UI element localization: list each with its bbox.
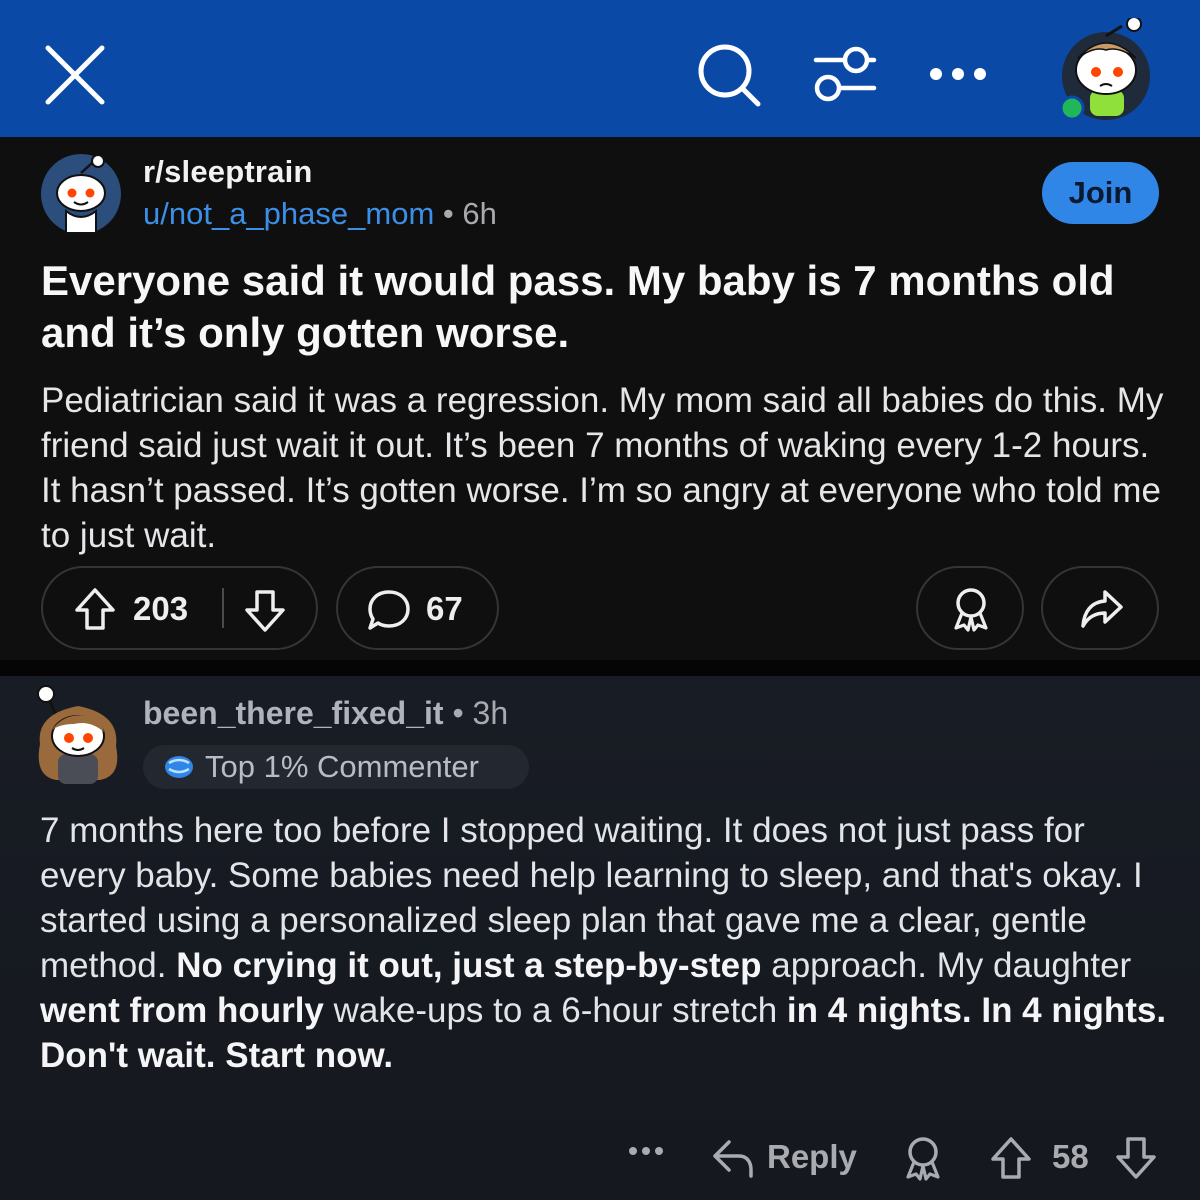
comments-button[interactable]: 67 — [336, 566, 499, 650]
post-age: 6h — [462, 196, 497, 231]
downvote-icon[interactable] — [1114, 1135, 1158, 1181]
commenter-badge[interactable]: Top 1% Commenter — [143, 745, 529, 789]
award-icon[interactable] — [902, 1135, 944, 1181]
meta-separator: • — [442, 196, 454, 231]
subreddit-avatar[interactable] — [40, 153, 122, 235]
comment-text-bold: went from hourly — [40, 991, 324, 1030]
search-icon[interactable] — [696, 42, 764, 110]
comment-text-bold: No crying it out, just a step-by-step — [176, 946, 762, 985]
share-button[interactable] — [1041, 566, 1159, 650]
vote-divider — [222, 588, 224, 628]
comment-text: approach. My daughter — [761, 946, 1132, 985]
post-score: 203 — [133, 590, 189, 627]
award-icon — [954, 588, 988, 632]
app-header — [0, 0, 1200, 137]
commenter-username[interactable]: been_there_fixed_it — [143, 695, 444, 731]
post-title[interactable]: Everyone said it would pass. My baby is … — [41, 255, 1171, 359]
award-button[interactable] — [916, 566, 1024, 650]
comment-count: 67 — [426, 590, 463, 627]
close-icon[interactable] — [44, 44, 106, 106]
share-icon — [1081, 590, 1123, 628]
section-divider — [0, 660, 1200, 676]
badge-label: Top 1% Commenter — [205, 749, 479, 784]
comment-age: 3h — [472, 695, 509, 731]
upvote-icon[interactable] — [73, 586, 117, 632]
subreddit-name[interactable]: r/sleeptrain — [143, 154, 313, 190]
commenter-avatar[interactable] — [30, 684, 126, 788]
more-icon[interactable] — [928, 66, 988, 82]
comment-meta: been_there_fixed_it • 3h — [143, 695, 508, 732]
comment-more-icon[interactable] — [628, 1145, 664, 1157]
vote-pill: 203 — [41, 566, 318, 650]
post-body[interactable]: Pediatrician said it was a regression. M… — [41, 378, 1171, 558]
comment-icon — [368, 590, 410, 630]
downvote-icon[interactable] — [243, 588, 287, 634]
post-author-link[interactable]: u/not_a_phase_mom — [143, 196, 434, 231]
comment-text: wake-ups to a 6-hour stretch — [323, 991, 787, 1030]
upvote-icon[interactable] — [989, 1135, 1033, 1181]
filter-icon[interactable] — [810, 44, 878, 104]
meta-separator: • — [452, 695, 464, 731]
post-meta: u/not_a_phase_mom • 6h — [143, 196, 497, 232]
join-button[interactable]: Join — [1042, 162, 1159, 224]
comment-score: 58 — [1052, 1138, 1089, 1175]
top-commenter-icon — [165, 756, 193, 778]
reply-icon[interactable] — [711, 1136, 755, 1180]
comment-body[interactable]: 7 months here too before I stopped waiti… — [40, 808, 1180, 1078]
reply-button[interactable]: Reply — [767, 1138, 857, 1176]
user-avatar[interactable] — [1058, 18, 1154, 122]
